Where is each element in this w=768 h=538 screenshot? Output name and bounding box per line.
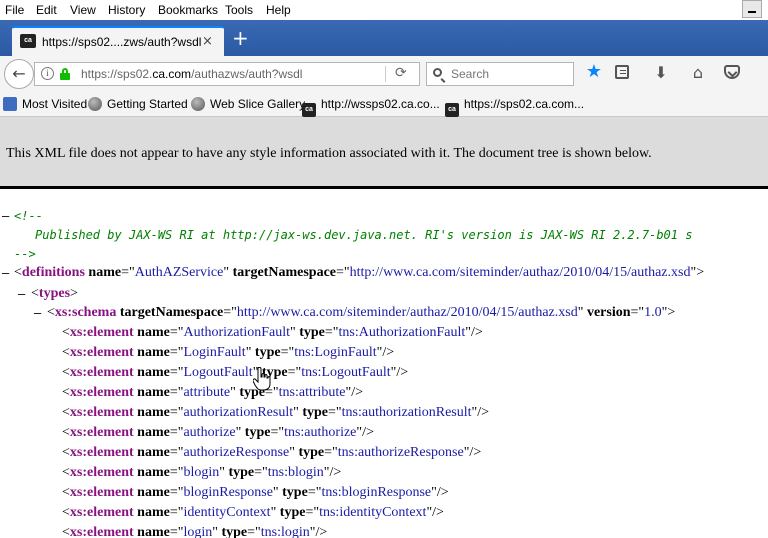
menu-edit[interactable]: Edit [36,3,57,17]
xml-document-tree: – <!-- Published by JAX-WS RI at http://… [0,189,768,538]
menu-help[interactable]: Help [266,3,291,17]
menu-history[interactable]: History [108,3,145,17]
search-input[interactable]: Search [426,62,574,86]
xml-types-line: <types> [31,286,78,301]
bookmark-most-visited[interactable]: Most Visited [3,97,87,111]
xml-comment-body: Published by JAX-WS RI at http://jax-ws.… [35,228,693,242]
back-arrow-icon: ← [12,64,26,83]
bookmark-sps02[interactable]: ca https://sps02.ca.com... [445,97,584,117]
menu-bookmarks[interactable]: Bookmarks [158,3,218,17]
collapse-toggle[interactable]: – [2,208,9,223]
xml-element-line: <xs:element name="identityContext" type=… [62,505,444,520]
xml-element-line: <xs:element name="authorizeResponse" typ… [62,445,482,460]
navigation-bar: ← i https://sps02.ca.com/authazws/auth?w… [0,56,768,93]
new-tab-button[interactable]: + [232,28,249,48]
collapse-toggle[interactable]: – [2,265,9,280]
bookmark-getting-started[interactable]: Getting Started [88,97,188,111]
xml-element-line: <xs:element name="login" type="tns:login… [62,525,328,538]
reading-list-icon[interactable] [615,65,629,79]
url-text[interactable]: https://sps02.ca.com/authazws/auth?wsdl [81,67,302,81]
tab-active[interactable]: ca https://sps02....zws/auth?wsdl × [12,26,224,56]
globe-icon [88,97,102,111]
xml-element-line: <xs:element name="LogoutFault" type="tns… [62,365,409,380]
close-icon[interactable]: × [202,34,213,49]
bookmark-star-icon[interactable]: ★ [584,63,604,81]
xml-element-line: <xs:element name="attribute" type="tns:a… [62,385,364,400]
xml-info-banner: This XML file does not appear to have an… [0,117,768,186]
search-icon [433,68,442,77]
menu-bar: File Edit View History Bookmarks Tools H… [0,0,768,20]
xml-schema-line: <xs:schema targetNamespace="http://www.c… [47,305,676,320]
menu-view[interactable]: View [70,3,96,17]
xml-element-line: <xs:element name="authorizationResult" t… [62,405,490,420]
ca-logo-icon: ca [302,103,316,117]
xml-comment-open: <!-- [14,209,43,223]
url-bar[interactable]: i https://sps02.ca.com/authazws/auth?wsd… [34,62,420,86]
search-placeholder: Search [451,67,490,81]
hand-cursor-icon [253,367,271,391]
back-button[interactable]: ← [4,59,34,89]
xml-element-line: <xs:element name="blogin" type="tns:blog… [62,465,342,480]
menu-file[interactable]: File [5,3,24,17]
xml-comment-close: --> [14,247,36,261]
ca-logo-icon: ca [20,34,36,48]
bookmark-web-slice-gallery[interactable]: Web Slice Gallery [191,97,305,111]
lock-icon[interactable] [60,68,70,80]
tab-strip: ca https://sps02....zws/auth?wsdl × + [0,20,768,56]
xml-definitions-line: <definitions name="AuthAZService" target… [14,265,705,280]
xml-element-line: <xs:element name="AuthorizationFault" ty… [62,325,483,340]
bookmark-wssps02[interactable]: ca http://wssps02.ca.co... [302,97,440,117]
info-icon[interactable]: i [41,67,54,80]
home-icon[interactable]: ⌂ [688,64,708,82]
xml-element-line: <xs:element name="bloginResponse" type="… [62,485,449,500]
folder-icon [3,97,17,111]
reload-icon[interactable]: ⟳ [395,65,407,81]
window-minimize-button[interactable] [742,0,762,18]
collapse-toggle[interactable]: – [18,286,25,301]
xml-element-line: <xs:element name="authorize" type="tns:a… [62,425,374,440]
ca-logo-icon: ca [445,103,459,117]
tab-title: https://sps02....zws/auth?wsdl [42,35,202,49]
url-separator [385,66,386,82]
menu-tools[interactable]: Tools [225,3,253,17]
xml-info-text: This XML file does not appear to have an… [6,146,652,161]
pocket-icon[interactable] [724,65,740,79]
globe-icon [191,97,205,111]
collapse-toggle[interactable]: – [34,305,41,320]
bookmarks-toolbar: Most Visited Getting Started Web Slice G… [0,93,768,117]
xml-element-line: <xs:element name="LoginFault" type="tns:… [62,345,395,360]
downloads-icon[interactable]: ⬇ [651,64,671,82]
